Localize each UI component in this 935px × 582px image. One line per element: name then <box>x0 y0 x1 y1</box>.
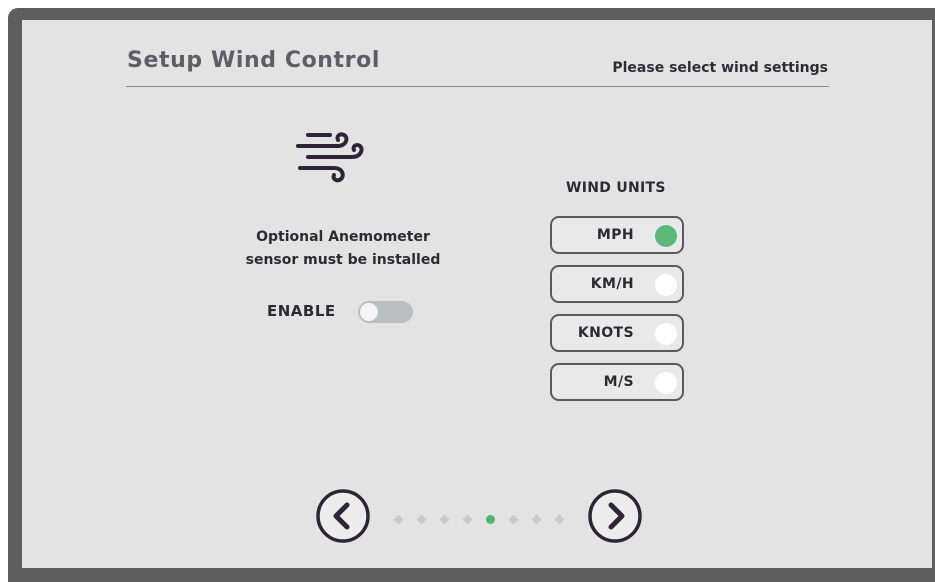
toggle-knob <box>360 303 378 321</box>
unit-option-ms[interactable]: M/S <box>550 363 684 401</box>
page-dot <box>554 514 565 525</box>
page-indicator <box>393 514 569 526</box>
unit-option-knots[interactable]: KNOTS <box>550 314 684 352</box>
screen <box>22 20 932 568</box>
wind-icon <box>296 132 364 183</box>
unit-option-mph[interactable]: MPH <box>550 216 684 254</box>
page-dot <box>393 514 404 525</box>
unit-option-label: M/S <box>603 374 634 390</box>
unit-option-kmh[interactable]: KM/H <box>550 265 684 303</box>
header-divider <box>126 86 829 87</box>
sensor-note-line-2: sensor must be installed <box>245 252 441 268</box>
radio-unselected-icon <box>655 274 677 296</box>
prev-page-button[interactable] <box>315 488 371 544</box>
unit-option-label: MPH <box>596 227 634 243</box>
page-dot <box>462 514 473 525</box>
page-dot <box>416 514 427 525</box>
page-dot <box>531 514 542 525</box>
sensor-note-line-1: Optional Anemometer <box>256 229 430 245</box>
radio-unselected-icon <box>655 323 677 345</box>
wind-units-title: WIND UNITS <box>566 180 666 196</box>
radio-selected-icon <box>655 225 677 247</box>
next-page-button[interactable] <box>587 488 643 544</box>
radio-unselected-icon <box>655 372 677 394</box>
enable-label: ENABLE <box>267 302 336 320</box>
page-title: Setup Wind Control <box>127 48 380 73</box>
page-dot <box>439 514 450 525</box>
enable-toggle[interactable] <box>358 301 413 323</box>
device-frame: Setup Wind Control Please select wind se… <box>0 0 935 582</box>
sensor-note: Optional Anemometer sensor must be insta… <box>218 226 468 272</box>
unit-option-label: KNOTS <box>577 325 634 341</box>
page-dot-active <box>486 515 495 524</box>
page-dot <box>508 514 519 525</box>
unit-option-label: KM/H <box>590 276 634 292</box>
page-subtitle: Please select wind settings <box>612 60 828 76</box>
